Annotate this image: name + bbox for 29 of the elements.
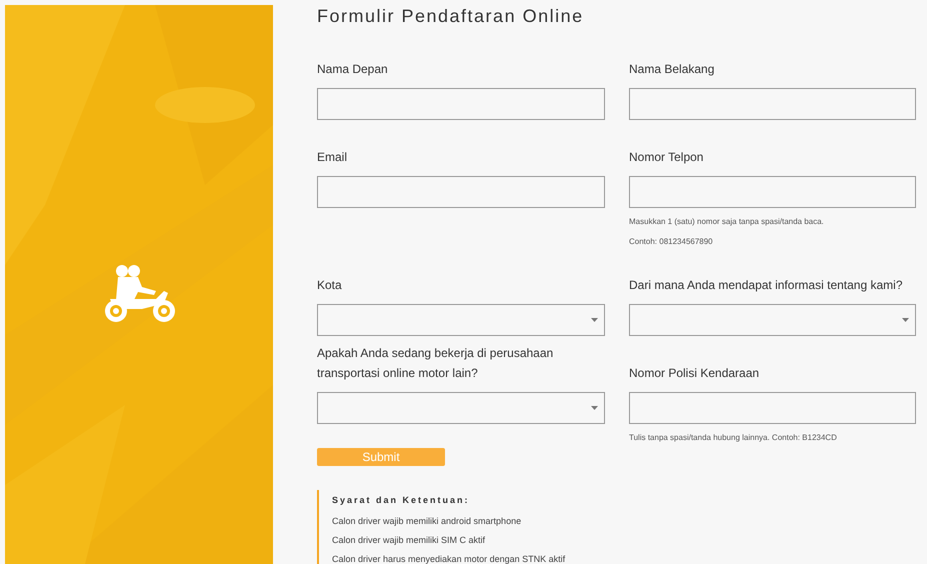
terms-item: Calon driver wajib memiliki android smartphone [332, 515, 522, 528]
field-label: Nama Belakang [629, 61, 714, 78]
input-field[interactable] [629, 392, 916, 424]
terms-item: Calon driver wajib memiliki SIM C aktif [332, 534, 486, 547]
caret-icon [591, 406, 598, 410]
hint-text: Tulis tanpa spasi/tanda hubung lainnya. Contoh: B1234CD [629, 432, 838, 444]
select-field[interactable] [317, 304, 605, 336]
caret-icon [902, 318, 909, 322]
field-label: Nomor Telpon [629, 149, 704, 166]
motorcycle-riders-icon [102, 263, 178, 325]
field-label: Nama Depan [317, 61, 388, 78]
terms-title: Syarat dan Ketentuan: [332, 494, 471, 507]
input-field[interactable] [629, 88, 916, 120]
input-field[interactable] [317, 88, 605, 120]
select-field[interactable] [317, 392, 605, 424]
submit-button[interactable]: Submit [317, 448, 445, 466]
field-label: Apakah Anda sedang bekerja di perusahaan transportasi online motor lain? [317, 345, 554, 382]
field-label: Email [317, 149, 348, 166]
form-title: Formulir Pendaftaran Online [317, 5, 585, 26]
field-label: Kota [317, 277, 342, 294]
caret-icon [591, 318, 598, 322]
select-field[interactable] [629, 304, 916, 336]
hint-text: Masukkan 1 (satu) nomor saja tanpa spasi/tanda baca. [629, 216, 825, 228]
field-label: Nomor Polisi Kendaraan [629, 365, 760, 382]
hint-text: Contoh: 081234567890 [629, 236, 714, 248]
input-field[interactable] [629, 176, 916, 208]
field-label: Dari mana Anda mendapat informasi tentang kami? [629, 277, 902, 294]
input-field[interactable] [317, 176, 605, 208]
terms-item: Calon driver harus menyediakan motor dengan STNK aktif [332, 553, 566, 564]
